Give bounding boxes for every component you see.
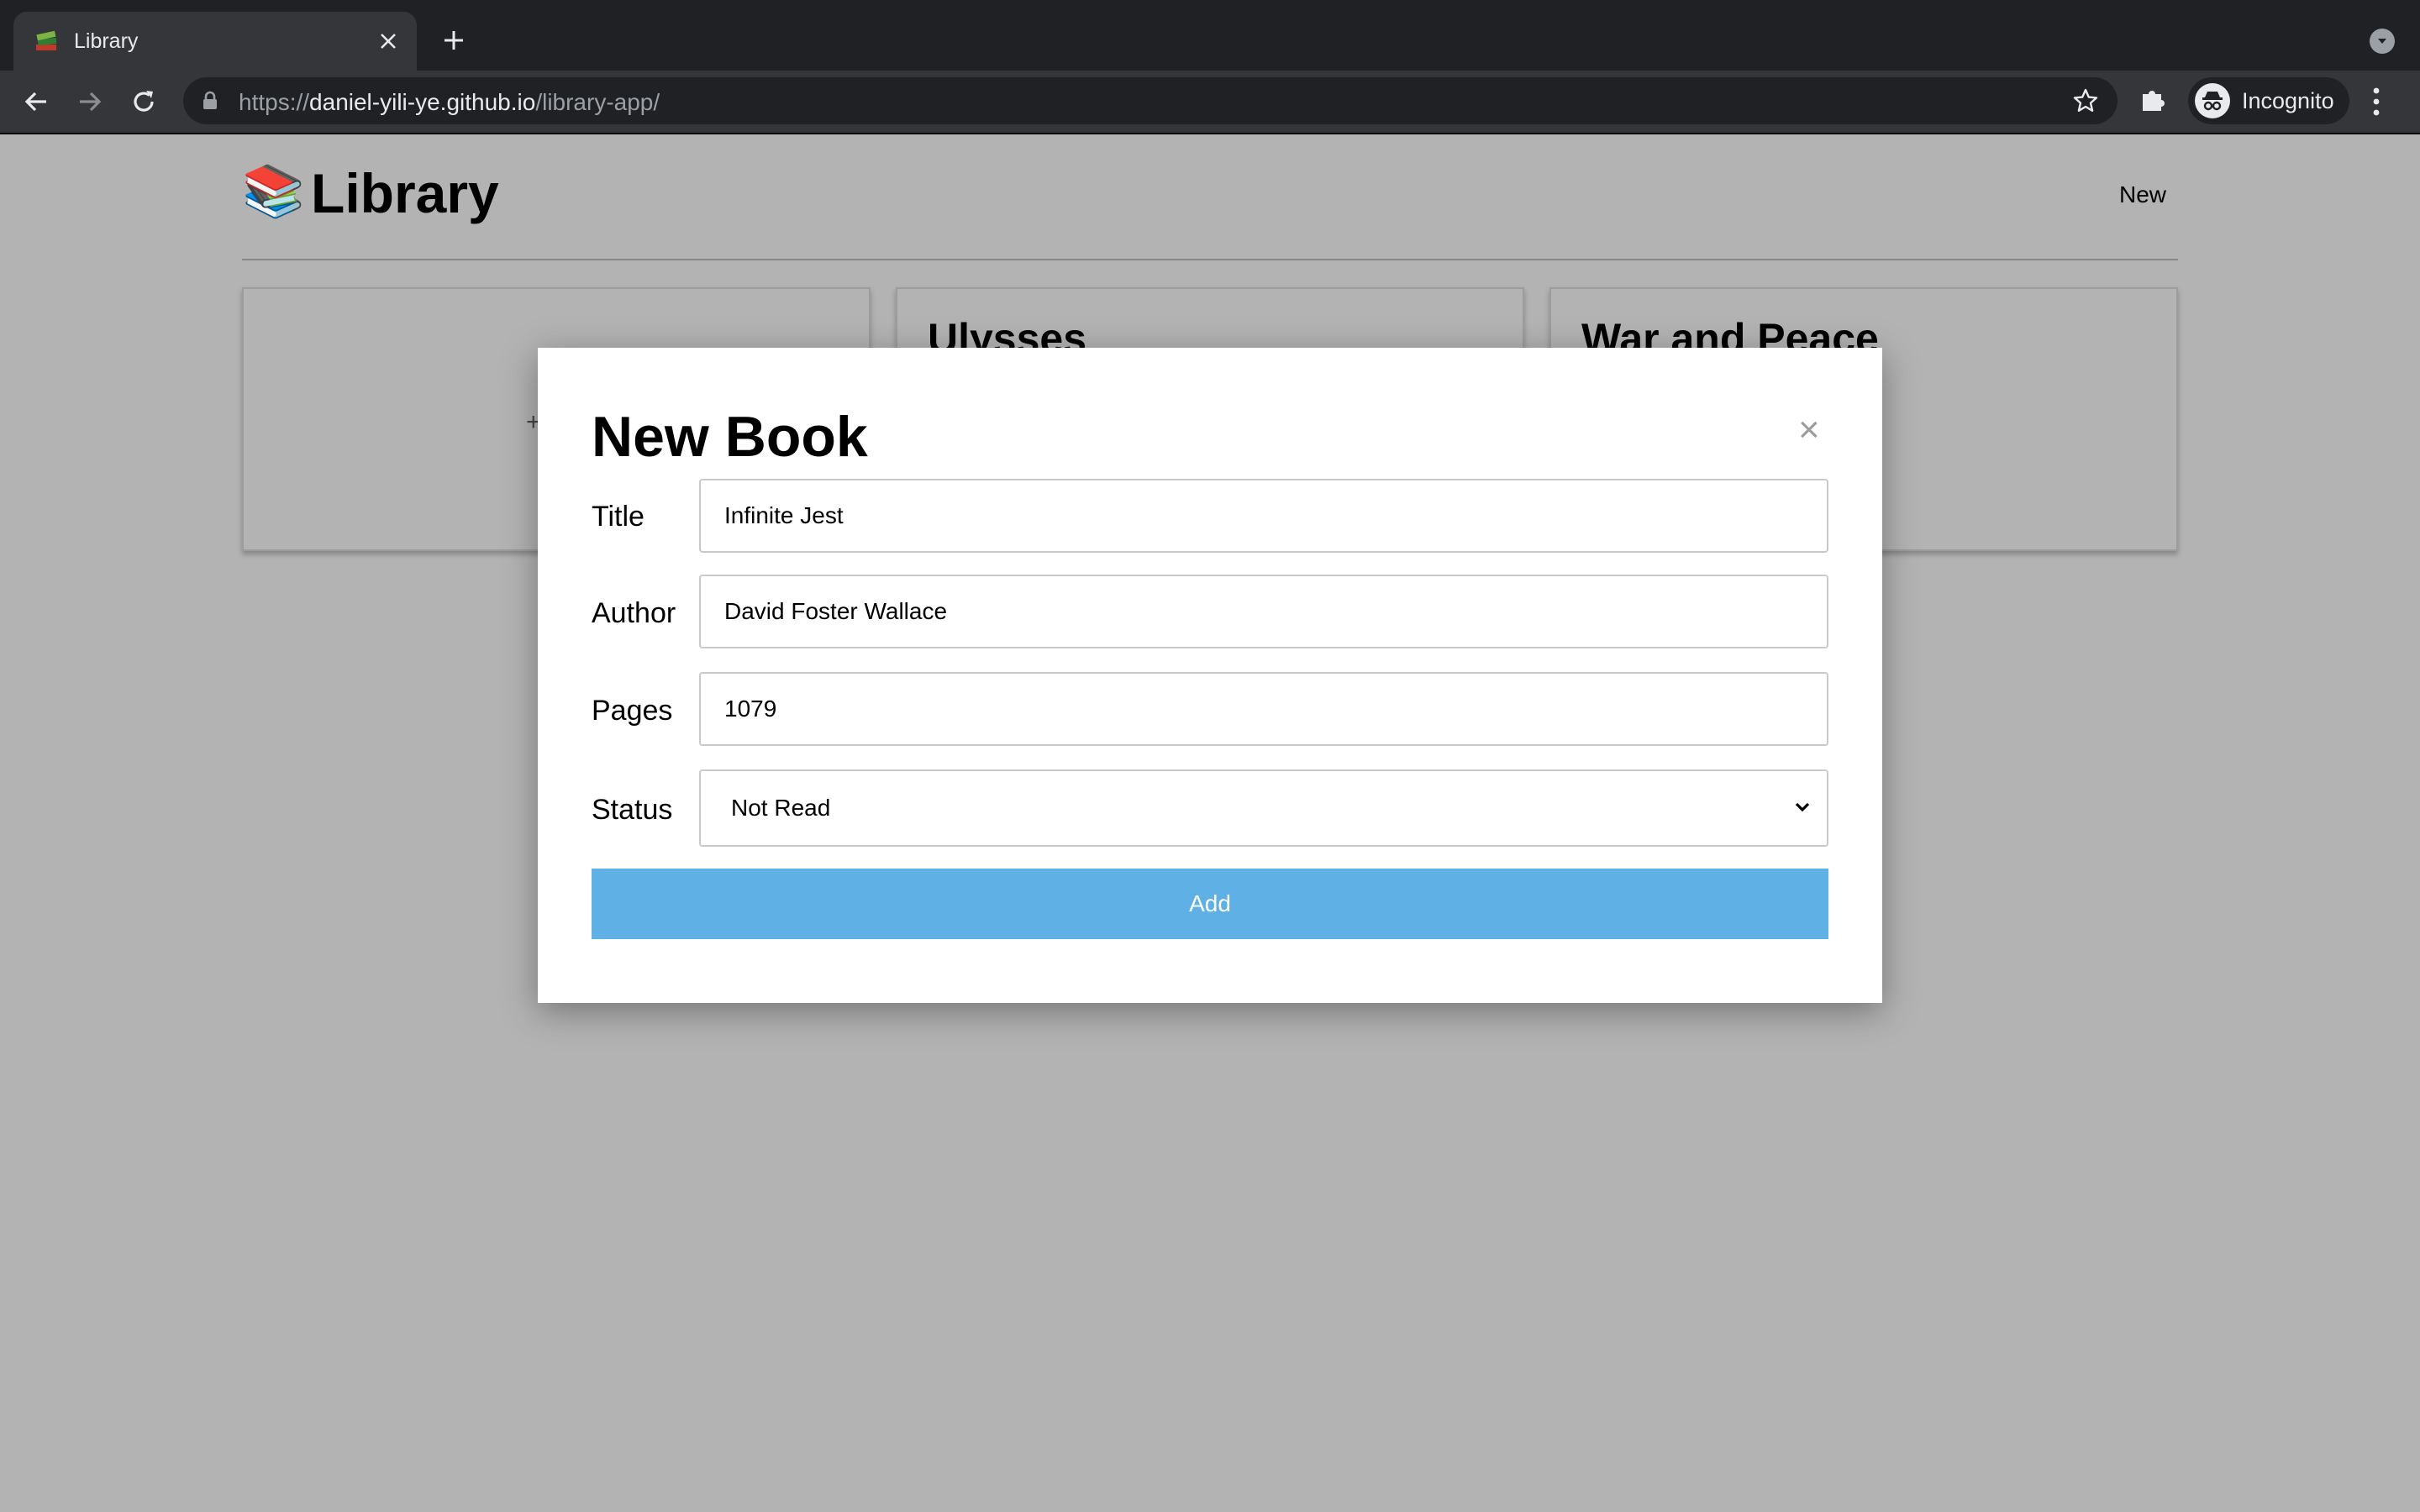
browser-tab-strip: Library	[0, 0, 2420, 71]
new-tab-icon[interactable]	[437, 24, 471, 57]
new-book-modal: New Book × Title Author Pages Status Not…	[538, 348, 1882, 1003]
browser-tab[interactable]: Library	[13, 12, 417, 71]
pages-label: Pages	[592, 695, 673, 727]
incognito-profile-button[interactable]: Incognito	[2188, 77, 2349, 124]
new-book-link[interactable]: New	[2119, 181, 2166, 208]
page-header: 📚 Library New	[242, 134, 2178, 260]
tab-search-icon[interactable]	[2370, 29, 2395, 54]
more-menu-icon[interactable]	[2371, 86, 2381, 122]
close-modal-icon[interactable]: ×	[1798, 412, 1820, 449]
status-select-value: Not Read	[731, 795, 831, 821]
address-bar[interactable]: https://daniel-yili-ye.github.io/library…	[183, 77, 2118, 124]
extensions-puzzle-icon[interactable]	[2138, 84, 2168, 118]
lock-icon	[202, 91, 218, 115]
status-label: Status	[592, 794, 673, 826]
incognito-label: Incognito	[2242, 87, 2334, 113]
status-select[interactable]: Not Read	[699, 769, 1828, 847]
tab-title: Library	[74, 29, 139, 53]
pages-input[interactable]	[699, 672, 1828, 746]
back-icon[interactable]	[18, 84, 54, 119]
forward-icon[interactable]	[72, 84, 108, 119]
page-title: Library	[311, 162, 499, 224]
author-label: Author	[592, 597, 676, 629]
browser-toolbar: https://daniel-yili-ye.github.io/library…	[0, 71, 2420, 134]
author-input[interactable]	[699, 575, 1828, 648]
incognito-icon	[2195, 83, 2230, 118]
bookmark-star-icon[interactable]	[2072, 87, 2099, 118]
chevron-down-icon	[1793, 798, 1812, 821]
books-logo-icon: 📚	[242, 163, 305, 219]
title-label: Title	[592, 501, 644, 533]
url-text: https://daniel-yili-ye.github.io/library…	[239, 89, 660, 115]
modal-title: New Book	[592, 405, 868, 469]
title-input[interactable]	[699, 479, 1828, 553]
books-icon	[34, 29, 59, 54]
close-tab-icon[interactable]	[371, 24, 405, 58]
add-book-button[interactable]: Add	[592, 869, 1828, 939]
reload-icon[interactable]	[126, 84, 161, 119]
